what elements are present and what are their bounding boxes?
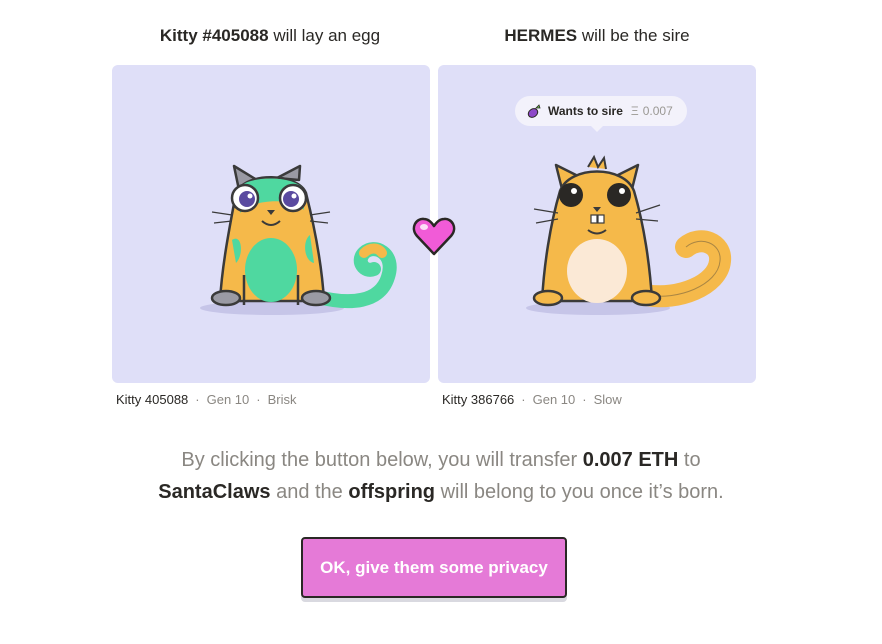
dame-heading: Kitty #405088 will lay an egg xyxy=(110,26,430,46)
sire-heading: HERMES will be the sire xyxy=(437,26,757,46)
dame-speed: Brisk xyxy=(267,392,297,407)
sire-price: 0.007 xyxy=(642,104,673,118)
confirm-breed-button[interactable]: OK, give them some privacy xyxy=(301,537,567,598)
dame-meta: Kitty 405088 · Gen 10 · Brisk xyxy=(116,392,297,407)
sire-speed: Slow xyxy=(593,392,622,407)
wants-to-sire-label: Wants to sire xyxy=(548,104,623,118)
wants-to-sire-bubble: Wants to sire Ξ 0.007 xyxy=(515,96,687,132)
dame-kitty-image xyxy=(200,164,397,315)
owner-name: SantaClaws xyxy=(158,481,271,503)
dame-name: Kitty #405088 xyxy=(159,26,269,45)
sire-heading-text: will be the sire xyxy=(581,26,690,45)
dame-gen: Gen 10 xyxy=(206,392,250,407)
dame-heading-text: will lay an egg xyxy=(273,26,381,45)
sire-kitty-id[interactable]: Kitty 386766 xyxy=(442,392,514,407)
eggplant-icon xyxy=(527,104,541,118)
heart-icon xyxy=(412,217,456,256)
dame-kitty-id[interactable]: Kitty 405088 xyxy=(116,392,188,407)
dame-kitty-card[interactable] xyxy=(112,65,430,383)
transfer-description: By clicking the button below, you will t… xyxy=(158,449,724,503)
sire-name: HERMES xyxy=(504,26,578,45)
transfer-amount: 0.007 ETH xyxy=(582,449,679,471)
sire-kitty-card[interactable]: Wants to sire Ξ 0.007 xyxy=(438,65,756,383)
eth-symbol: Ξ xyxy=(630,104,639,118)
sire-gen: Gen 10 xyxy=(532,392,576,407)
offspring-text: offspring xyxy=(348,481,436,503)
sire-meta: Kitty 386766 · Gen 10 · Slow xyxy=(442,392,622,407)
